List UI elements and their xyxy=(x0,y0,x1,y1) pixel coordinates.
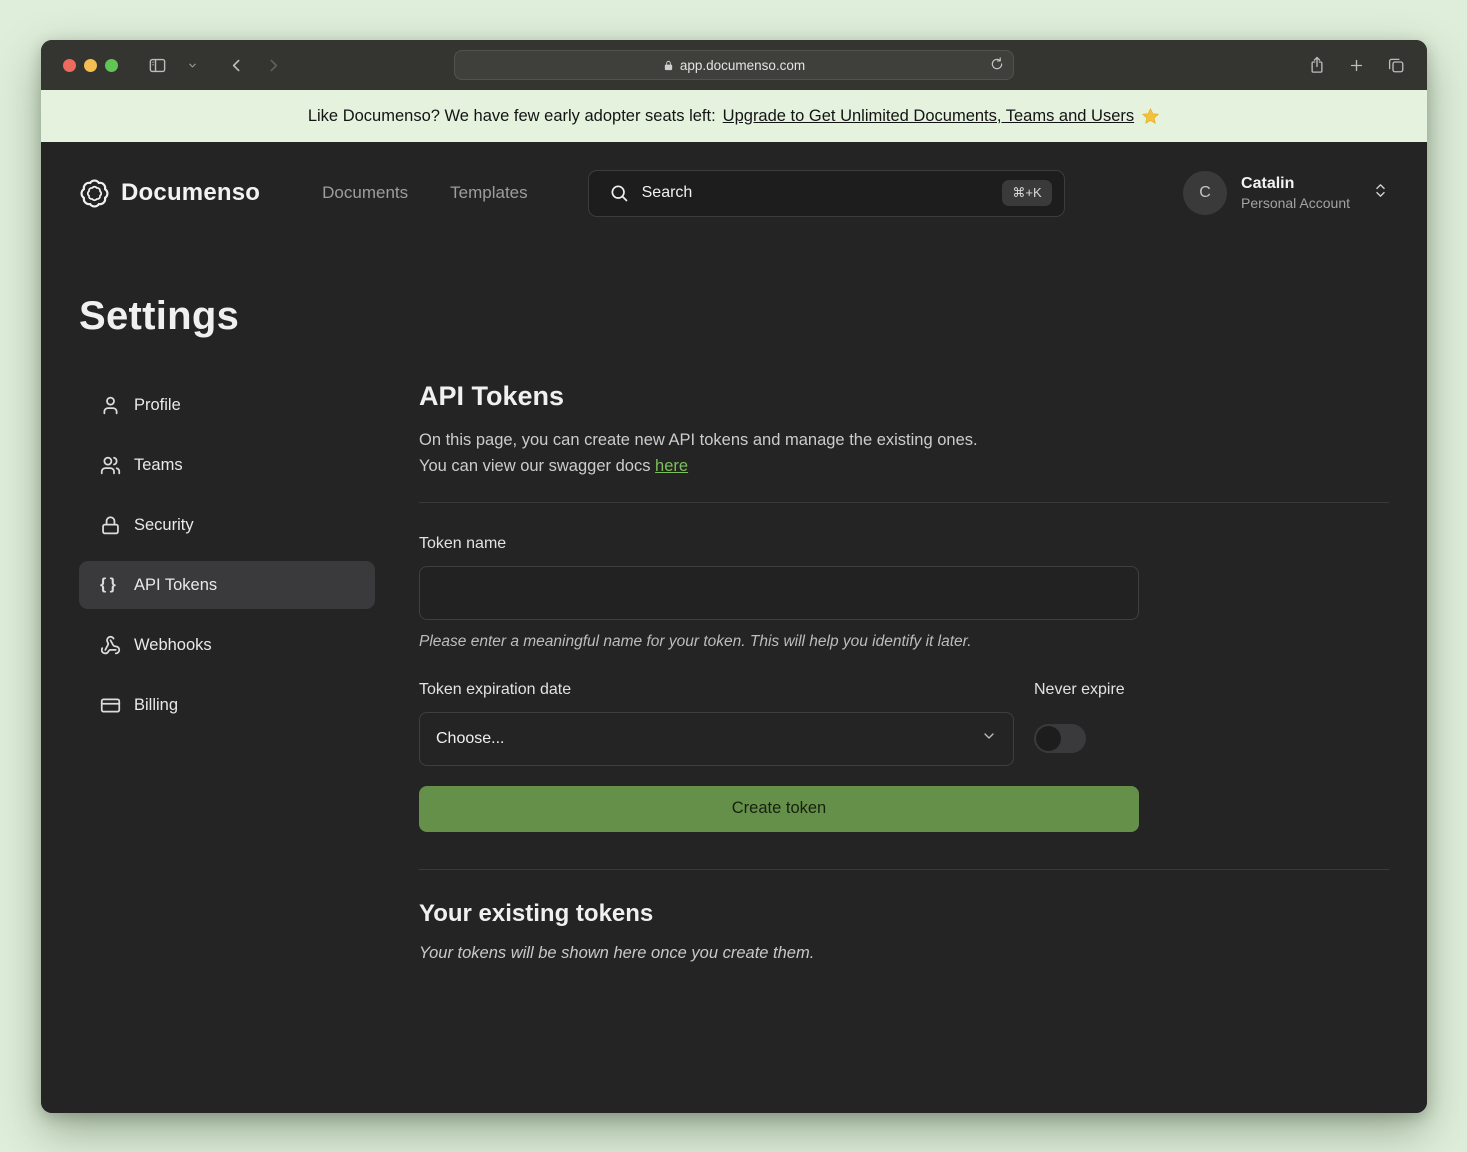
share-icon[interactable] xyxy=(1308,55,1326,75)
chevrons-up-down-icon xyxy=(1372,182,1389,204)
sidebar-item-label: Webhooks xyxy=(134,636,212,655)
glowing-star-icon xyxy=(1141,107,1160,126)
webhook-icon xyxy=(100,635,121,656)
search-bar[interactable]: ⌘+K xyxy=(588,170,1065,217)
documenso-logo-icon xyxy=(79,178,110,209)
divider xyxy=(419,502,1389,503)
create-token-form: Token name Please enter a meaningful nam… xyxy=(419,535,1139,832)
token-name-input[interactable] xyxy=(419,566,1139,620)
traffic-lights xyxy=(63,59,118,72)
nav-documents[interactable]: Documents xyxy=(322,183,408,203)
lock-icon xyxy=(100,515,121,536)
sidebar-item-label: Profile xyxy=(134,396,181,415)
section-description: On this page, you can create new API tok… xyxy=(419,427,1389,480)
sidebar-item-billing[interactable]: Billing xyxy=(79,681,375,729)
reload-icon[interactable] xyxy=(990,57,1004,74)
address-bar-url: app.documenso.com xyxy=(680,58,805,73)
browser-titlebar: app.documenso.com xyxy=(41,40,1427,90)
expiration-select-value: Choose... xyxy=(436,730,504,748)
expiration-label: Token expiration date xyxy=(419,681,1014,699)
token-name-hint: Please enter a meaningful name for your … xyxy=(419,633,1139,651)
tab-overview-icon[interactable] xyxy=(1387,55,1405,75)
sidebar-item-profile[interactable]: Profile xyxy=(79,381,375,429)
settings-sidebar: Profile Teams Security { } API Tokens xyxy=(79,381,375,963)
back-button-icon[interactable] xyxy=(228,57,245,74)
sidebar-item-security[interactable]: Security xyxy=(79,501,375,549)
documenso-app: Documenso Documents Templates ⌘+K C Cata… xyxy=(41,142,1427,1113)
account-type: Personal Account xyxy=(1241,194,1350,212)
brand[interactable]: Documenso xyxy=(79,178,260,209)
close-window-button[interactable] xyxy=(63,59,76,72)
sidebar-item-label: Security xyxy=(134,516,194,535)
address-bar[interactable]: app.documenso.com xyxy=(454,50,1014,80)
lock-icon xyxy=(663,59,674,72)
settings-page: Settings Profile Teams Security xyxy=(41,244,1427,1113)
main-nav: Documents Templates xyxy=(322,183,527,203)
never-expire-label: Never expire xyxy=(1034,681,1139,699)
create-token-button[interactable]: Create token xyxy=(419,786,1139,832)
tab-group-chevron-icon[interactable] xyxy=(187,60,198,71)
credit-card-icon xyxy=(100,695,121,716)
search-input[interactable] xyxy=(642,184,990,202)
app-header: Documenso Documents Templates ⌘+K C Cata… xyxy=(41,142,1427,244)
section-title: API Tokens xyxy=(419,381,1389,412)
search-icon xyxy=(609,183,629,203)
forward-button-icon[interactable] xyxy=(265,57,282,74)
user-icon xyxy=(100,395,121,416)
sidebar-item-label: Billing xyxy=(134,696,178,715)
brand-name: Documenso xyxy=(121,179,260,207)
promo-banner: Like Documenso? We have few early adopte… xyxy=(41,90,1427,142)
chevron-down-icon xyxy=(981,728,997,749)
sidebar-toggle-icon[interactable] xyxy=(148,56,167,75)
divider xyxy=(419,869,1389,870)
existing-tokens-title: Your existing tokens xyxy=(419,900,1389,928)
new-tab-icon[interactable] xyxy=(1348,55,1365,75)
api-tokens-panel: API Tokens On this page, you can create … xyxy=(419,381,1389,963)
account-name: Catalin xyxy=(1241,174,1350,194)
zoom-window-button[interactable] xyxy=(105,59,118,72)
sidebar-item-teams[interactable]: Teams xyxy=(79,441,375,489)
sidebar-item-api-tokens[interactable]: { } API Tokens xyxy=(79,561,375,609)
avatar: C xyxy=(1183,171,1227,215)
braces-icon: { } xyxy=(100,576,121,594)
never-expire-toggle[interactable] xyxy=(1034,724,1086,753)
existing-tokens-empty-text: Your tokens will be shown here once you … xyxy=(419,944,1389,963)
expiration-select[interactable]: Choose... xyxy=(419,712,1014,766)
page-title: Settings xyxy=(79,294,1389,339)
toggle-knob xyxy=(1036,726,1061,751)
minimize-window-button[interactable] xyxy=(84,59,97,72)
sidebar-item-label: API Tokens xyxy=(134,576,217,595)
swagger-docs-link[interactable]: here xyxy=(655,457,688,475)
users-icon xyxy=(100,455,121,476)
account-menu[interactable]: C Catalin Personal Account xyxy=(1183,171,1389,215)
search-shortcut-badge: ⌘+K xyxy=(1002,180,1051,206)
token-name-label: Token name xyxy=(419,535,1139,553)
upgrade-link[interactable]: Upgrade to Get Unlimited Documents, Team… xyxy=(723,107,1134,126)
sidebar-item-label: Teams xyxy=(134,456,183,475)
nav-templates[interactable]: Templates xyxy=(450,183,527,203)
sidebar-item-webhooks[interactable]: Webhooks xyxy=(79,621,375,669)
promo-banner-text: Like Documenso? We have few early adopte… xyxy=(308,107,716,126)
browser-window: app.documenso.com Like Documenso? We hav… xyxy=(41,40,1427,1113)
